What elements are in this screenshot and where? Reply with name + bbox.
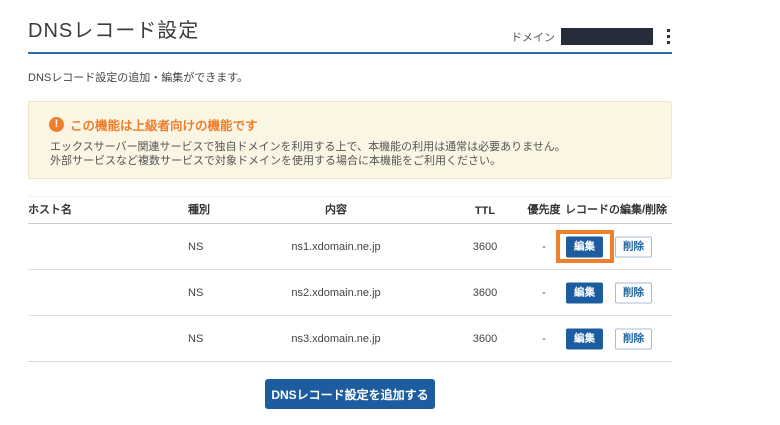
- delete-button[interactable]: 削除: [615, 236, 652, 257]
- table-row: NS ns2.xdomain.ne.jp 3600 - 編集 削除: [28, 270, 672, 316]
- redacted-domain-value: [561, 28, 653, 45]
- notice-line: 外部サービスなど複数サービスで対象ドメインを使用する場合に本機能をご利用ください…: [50, 154, 501, 167]
- header-type: 種別: [188, 204, 210, 216]
- delete-button[interactable]: 削除: [615, 282, 652, 303]
- record-priority: -: [542, 286, 546, 299]
- record-ttl: 3600: [472, 240, 498, 253]
- record-ttl: 3600: [472, 286, 498, 299]
- notice-body: エックスサーバー関連サービスで独自ドメインを利用する上で、本機能の利用は通常は必…: [50, 141, 651, 168]
- table-row: NS ns3.xdomain.ne.jp 3600 - 編集 削除: [28, 316, 672, 362]
- record-priority: -: [542, 332, 546, 345]
- record-content: ns2.xdomain.ne.jp: [291, 286, 381, 299]
- table-header-row: ホスト名 種別 内容 TTL 優先度 レコードの編集/削除: [28, 197, 672, 224]
- edit-button[interactable]: 編集: [566, 282, 603, 303]
- page-header: DNSレコード設定 ドメイン: [28, 0, 672, 54]
- dns-records-table: ホスト名 種別 内容 TTL 優先度 レコードの編集/削除 NS ns1.xdo…: [28, 196, 672, 362]
- content-area: DNSレコード設定 ドメイン DNSレコード設定の追加・編集ができます。 ! こ…: [28, 0, 672, 409]
- header-ttl: TTL: [474, 205, 496, 217]
- warning-icon: !: [49, 117, 64, 132]
- edit-button[interactable]: 編集: [566, 328, 603, 349]
- record-content: ns1.xdomain.ne.jp: [291, 240, 381, 253]
- add-dns-record-button[interactable]: DNSレコード設定を追加する: [265, 379, 435, 409]
- notice-line: エックスサーバー関連サービスで独自ドメインを利用する上で、本機能の利用は通常は必…: [50, 141, 566, 153]
- domain-selector: ドメイン: [511, 27, 672, 46]
- header-priority: 優先度: [527, 204, 561, 216]
- header-actions: レコードの編集/削除: [565, 204, 668, 216]
- header-content: 内容: [325, 204, 347, 216]
- header-hostname: ホスト名: [28, 204, 72, 216]
- page-description: DNSレコード設定の追加・編集ができます。: [28, 72, 249, 84]
- advanced-feature-notice: ! この機能は上級者向けの機能です エックスサーバー関連サービスで独自ドメインを…: [28, 101, 672, 179]
- domain-label: ドメイン: [511, 31, 555, 44]
- notice-title: この機能は上級者向けの機能です: [70, 119, 258, 133]
- kebab-menu-icon[interactable]: [665, 27, 672, 46]
- record-priority: -: [542, 240, 546, 253]
- delete-button[interactable]: 削除: [615, 328, 652, 349]
- record-content: ns3.xdomain.ne.jp: [291, 332, 381, 345]
- edit-button[interactable]: 編集: [566, 236, 603, 257]
- record-type: NS: [188, 332, 204, 345]
- table-row: NS ns1.xdomain.ne.jp 3600 - 編集 削除: [28, 224, 672, 270]
- footer-actions: DNSレコード設定を追加する: [28, 379, 672, 409]
- record-type: NS: [188, 286, 204, 299]
- record-type: NS: [188, 240, 204, 253]
- record-ttl: 3600: [472, 332, 498, 345]
